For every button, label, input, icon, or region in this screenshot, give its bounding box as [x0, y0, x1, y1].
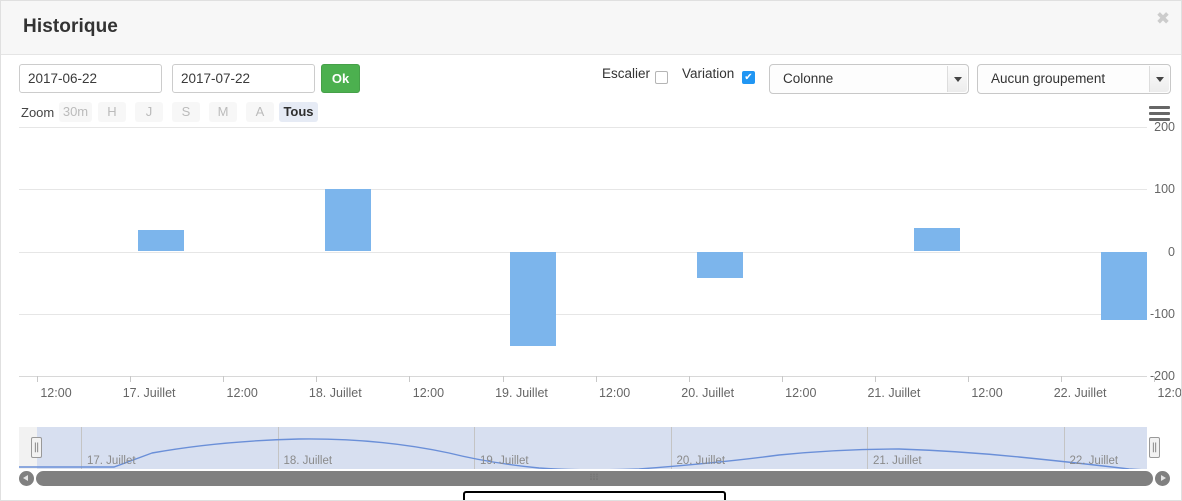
- chart-type-select-value: Colonne: [783, 71, 834, 86]
- gridline: [19, 189, 1147, 191]
- y-axis-tick-label: 200: [1154, 120, 1175, 134]
- x-axis-tick-label: 12:00: [1157, 386, 1182, 400]
- x-axis-tick-label: 12:00: [971, 386, 1003, 400]
- scrollbar-thumb[interactable]: ⦙⦙⦙: [36, 471, 1153, 486]
- x-axis-tick-label: 12:00: [412, 386, 445, 400]
- hamburger-bar: [1149, 112, 1170, 115]
- navigator-tick-label: 17. Juillet: [87, 455, 136, 467]
- escalier-checkbox[interactable]: [655, 71, 668, 84]
- zoom-button-tous[interactable]: Tous: [279, 102, 318, 122]
- x-axis-tick: [781, 376, 783, 382]
- gridline: [19, 251, 1147, 253]
- zoom-button-j[interactable]: J: [135, 102, 163, 122]
- navigator-tick-label: 19. Juillet: [480, 455, 529, 467]
- x-axis-tick: [874, 376, 876, 382]
- chart-bar[interactable]: [510, 251, 556, 347]
- navigator-series: [19, 438, 1142, 469]
- zoom-button-s[interactable]: S: [172, 102, 200, 122]
- escalier-label: Escalier: [602, 66, 651, 81]
- scrollbar-left-arrow-icon[interactable]: [19, 471, 34, 486]
- x-axis-tick: [316, 376, 318, 382]
- navigator-handle-left[interactable]: ‖: [31, 437, 42, 458]
- x-axis-tick: [223, 376, 225, 382]
- x-axis-tick-label: 22. Juillet: [1053, 386, 1107, 400]
- zoom-label: Zoom: [21, 105, 55, 120]
- dialog-titlebar: Historique ✖: [1, 1, 1181, 55]
- navigator-tick-label: 20. Juillet: [676, 455, 726, 467]
- filter-toolbar: Ok Escalier Variation ✔ Colonne Aucun gr…: [1, 55, 1181, 99]
- grouping-select[interactable]: Aucun groupement: [977, 64, 1171, 94]
- date-from-input[interactable]: [19, 64, 162, 93]
- navigator-tick-label: 22. Juillet: [1069, 455, 1119, 467]
- x-axis-tick-label: 12:00: [40, 386, 72, 400]
- x-axis-tick-label: 12:00: [785, 386, 817, 400]
- x-axis-tick-label: 19. Juillet: [495, 386, 548, 400]
- chart-navigator[interactable]: 17. Juillet 18. Juillet 19. Juillet 20. Jui…: [1, 425, 1181, 473]
- date-to-input[interactable]: [172, 64, 315, 93]
- chart-type-select[interactable]: Colonne: [769, 64, 969, 94]
- scrollbar-right-arrow-icon[interactable]: [1155, 471, 1170, 486]
- y-axis-tick-label: 100: [1154, 182, 1175, 197]
- chart-scrollbar[interactable]: ⦙⦙⦙: [19, 471, 1170, 486]
- x-axis-tick: [688, 376, 690, 382]
- x-axis-tick: [1061, 376, 1063, 382]
- grouping-select-value: Aucun groupement: [991, 71, 1106, 86]
- navigator-handle-right[interactable]: ‖: [1149, 437, 1160, 458]
- chart-bar[interactable]: [325, 188, 371, 252]
- chevron-down-icon[interactable]: [947, 66, 967, 92]
- x-axis-tick: [130, 376, 132, 382]
- zoom-rangeselector: Zoom 30m H J S M A Tous: [1, 101, 1181, 127]
- chart-bar[interactable]: [138, 229, 184, 252]
- x-axis-tick: [968, 376, 969, 382]
- x-axis-tick-label: 17. Juillet: [122, 386, 176, 400]
- x-axis-tick: [595, 376, 597, 382]
- variation-label: Variation: [682, 66, 735, 81]
- zoom-button-m[interactable]: M: [209, 102, 237, 122]
- chart-bar[interactable]: [697, 251, 743, 278]
- x-axis-tick-label: 21. Juillet: [867, 386, 921, 400]
- page-title: Historique: [23, 16, 118, 37]
- zoom-button-h[interactable]: H: [98, 102, 126, 122]
- x-axis-tick: [1154, 376, 1156, 382]
- chart-bar[interactable]: [914, 227, 960, 252]
- chart-tooltip: [463, 491, 726, 500]
- x-axis-tick-label: 18. Juillet: [308, 386, 362, 400]
- x-axis-tick: [37, 376, 38, 382]
- x-axis-tick: [409, 376, 411, 382]
- chevron-down-icon[interactable]: [1149, 66, 1169, 92]
- navigator-tick-label: 18. Juillet: [283, 455, 333, 467]
- zoom-button-30m[interactable]: 30m: [59, 102, 92, 122]
- hamburger-bar: [1149, 106, 1170, 109]
- navigator-tick-label: 21. Juillet: [873, 455, 922, 467]
- zoom-button-a[interactable]: A: [246, 102, 274, 122]
- variation-checkbox[interactable]: ✔: [742, 71, 755, 84]
- chart-x-axis-line: [19, 376, 1147, 377]
- chart-plot-area: 200 100 0 -100 -200 12:00 17. Juillet 12:00 18.…: [1, 120, 1181, 400]
- gridline: [19, 313, 1147, 315]
- x-axis-tick: [502, 376, 504, 382]
- x-axis-tick-label: 12:00: [226, 386, 258, 400]
- x-axis-tick-label: 20. Juillet: [681, 386, 735, 400]
- scrollbar-grip-icon: ⦙⦙⦙: [589, 473, 600, 483]
- gridline: [19, 127, 1147, 128]
- chart-bar[interactable]: [1101, 251, 1147, 320]
- close-icon[interactable]: ✖: [1151, 7, 1175, 31]
- hamburger-menu-icon[interactable]: [1149, 106, 1170, 121]
- historique-dialog: Historique ✖ Ok Escalier Variation ✔ Col…: [0, 0, 1182, 501]
- ok-button[interactable]: Ok: [321, 64, 360, 93]
- x-axis-tick-label: 12:00: [598, 386, 631, 400]
